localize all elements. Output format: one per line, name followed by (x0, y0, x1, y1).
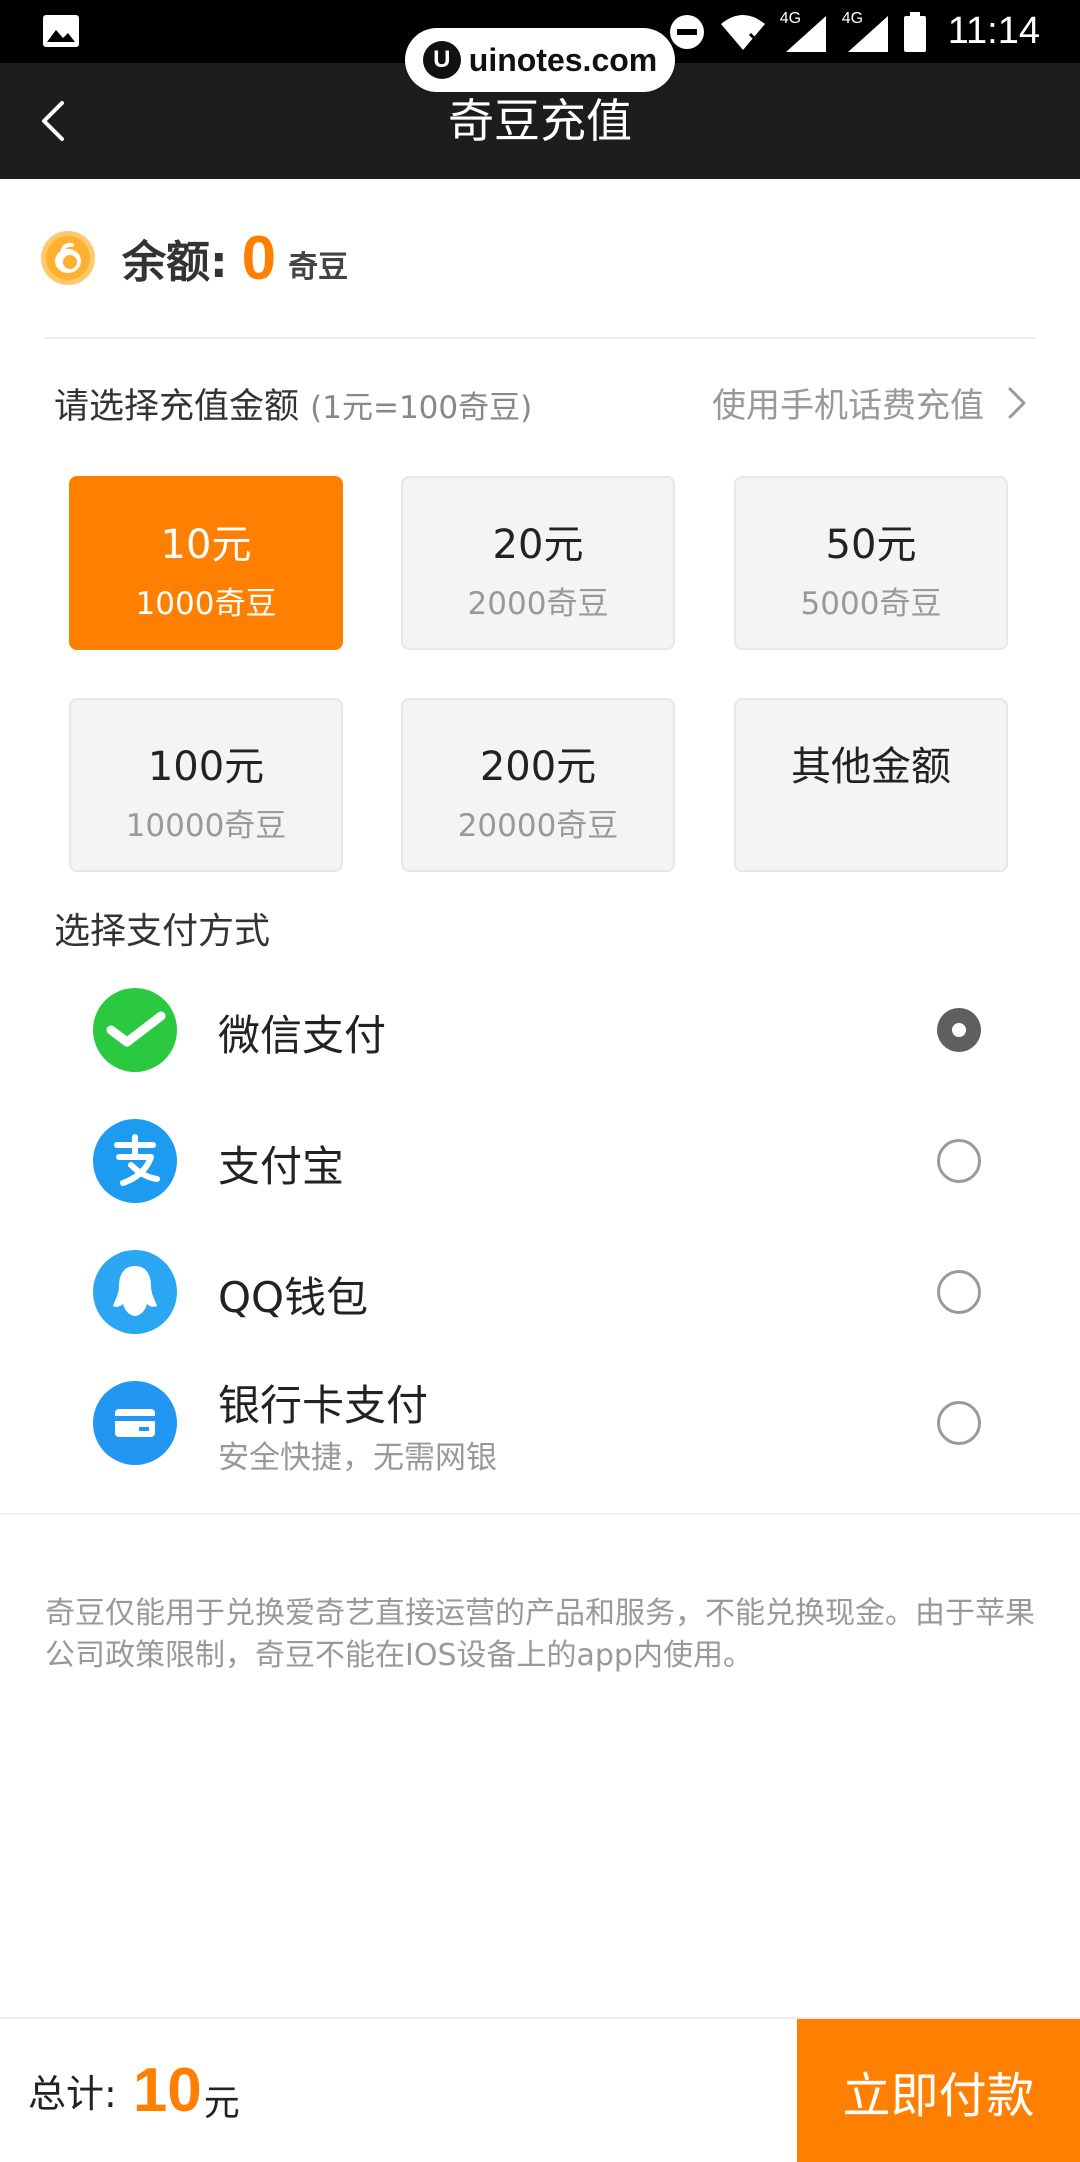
total-label: 总计: (28, 2072, 117, 2116)
gallery-icon (43, 15, 79, 47)
amount-option-beans: 2000奇豆 (467, 586, 609, 622)
payment-method-wechat[interactable]: 微信支付 (0, 974, 1080, 1084)
recharge-section-title: 请选择充值金额 (1元=100奇豆) (54, 378, 532, 429)
payment-method-name: 微信支付 (218, 1011, 387, 1060)
amount-option-yuan: 10元 (160, 522, 252, 568)
payment-method-bank-card[interactable]: 银行卡支付 安全快捷，无需网银 (0, 1367, 1080, 1477)
payment-section-title: 选择支付方式 (54, 911, 271, 952)
amount-option-beans: 5000奇豆 (800, 586, 942, 622)
exchange-rate-hint: (1元=100奇豆) (310, 390, 533, 426)
payment-method-subtitle: 安全快捷，无需网银 (218, 1440, 497, 1476)
amount-option-yuan: 其他金额 (791, 744, 951, 790)
bank-card-icon (93, 1381, 177, 1465)
wifi-icon (720, 14, 765, 50)
radio-unselected[interactable] (937, 1139, 981, 1183)
payment-method-name: 银行卡支付 (218, 1381, 429, 1430)
divider (44, 337, 1036, 339)
watermark-logo-icon: U (422, 41, 461, 79)
amount-option-50[interactable]: 50元 5000奇豆 (734, 476, 1008, 650)
radio-selected[interactable] (937, 1008, 981, 1052)
watermark-badge: U uinotes.com (405, 28, 675, 92)
amount-option-10[interactable]: 10元 1000奇豆 (69, 476, 343, 650)
qidou-coin-icon (41, 231, 95, 285)
total-unit: 元 (203, 2082, 240, 2124)
phone-bill-recharge-link[interactable]: 使用手机话费充值 (712, 378, 1028, 427)
wechat-pay-icon (93, 988, 177, 1072)
qq-wallet-icon (93, 1250, 177, 1334)
balance-unit: 奇豆 (288, 250, 349, 285)
alipay-icon (93, 1119, 177, 1203)
phone-bill-recharge-label: 使用手机话费充值 (712, 386, 984, 426)
balance-row: 余额: 0 奇豆 (40, 224, 349, 293)
recharge-title: 请选择充值金额 (54, 387, 300, 427)
radio-unselected[interactable] (937, 1401, 981, 1445)
payment-method-name: 支付宝 (218, 1142, 345, 1191)
signal-icon: 4G (842, 10, 890, 54)
balance-label: 余额: (122, 237, 228, 288)
payment-method-name: QQ钱包 (218, 1273, 369, 1322)
amount-option-yuan: 100元 (147, 744, 265, 790)
chevron-right-icon (1008, 387, 1026, 418)
amount-option-beans: 20000奇豆 (457, 808, 619, 844)
amount-option-yuan: 200元 (479, 744, 597, 790)
battery-icon (903, 11, 926, 52)
radio-unselected[interactable] (937, 1270, 981, 1314)
divider (0, 1513, 1080, 1515)
checkout-bar: 总计: 10 元 立即付款 (0, 2017, 1080, 2162)
amount-option-yuan: 20元 (492, 522, 584, 568)
amount-option-200[interactable]: 200元 20000奇豆 (401, 698, 675, 872)
qidou-usage-notice: 奇豆仅能用于兑换爱奇艺直接运营的产品和服务，不能兑换现金。由于苹果公司政策限制，… (45, 1596, 1035, 1673)
balance-amount: 0 (241, 223, 277, 293)
signal-icon: 4G (780, 10, 828, 54)
dnd-icon (669, 14, 704, 49)
pay-now-button[interactable]: 立即付款 (797, 2019, 1080, 2162)
amount-option-20[interactable]: 20元 2000奇豆 (401, 476, 675, 650)
amount-option-100[interactable]: 100元 10000奇豆 (69, 698, 343, 872)
amount-option-beans: 1000奇豆 (135, 586, 277, 622)
status-time: 11:14 (947, 10, 1040, 52)
total-summary: 总计: 10 元 (28, 2019, 240, 2162)
amount-option-yuan: 50元 (825, 522, 917, 568)
payment-method-qq-wallet[interactable]: QQ钱包 (0, 1236, 1080, 1346)
amount-option-other[interactable]: 其他金额 (734, 698, 1008, 872)
total-amount: 10 (132, 2056, 202, 2125)
amount-option-beans: 10000奇豆 (125, 808, 287, 844)
watermark-text: uinotes.com (468, 41, 658, 78)
payment-method-alipay[interactable]: 支付宝 (0, 1105, 1080, 1215)
